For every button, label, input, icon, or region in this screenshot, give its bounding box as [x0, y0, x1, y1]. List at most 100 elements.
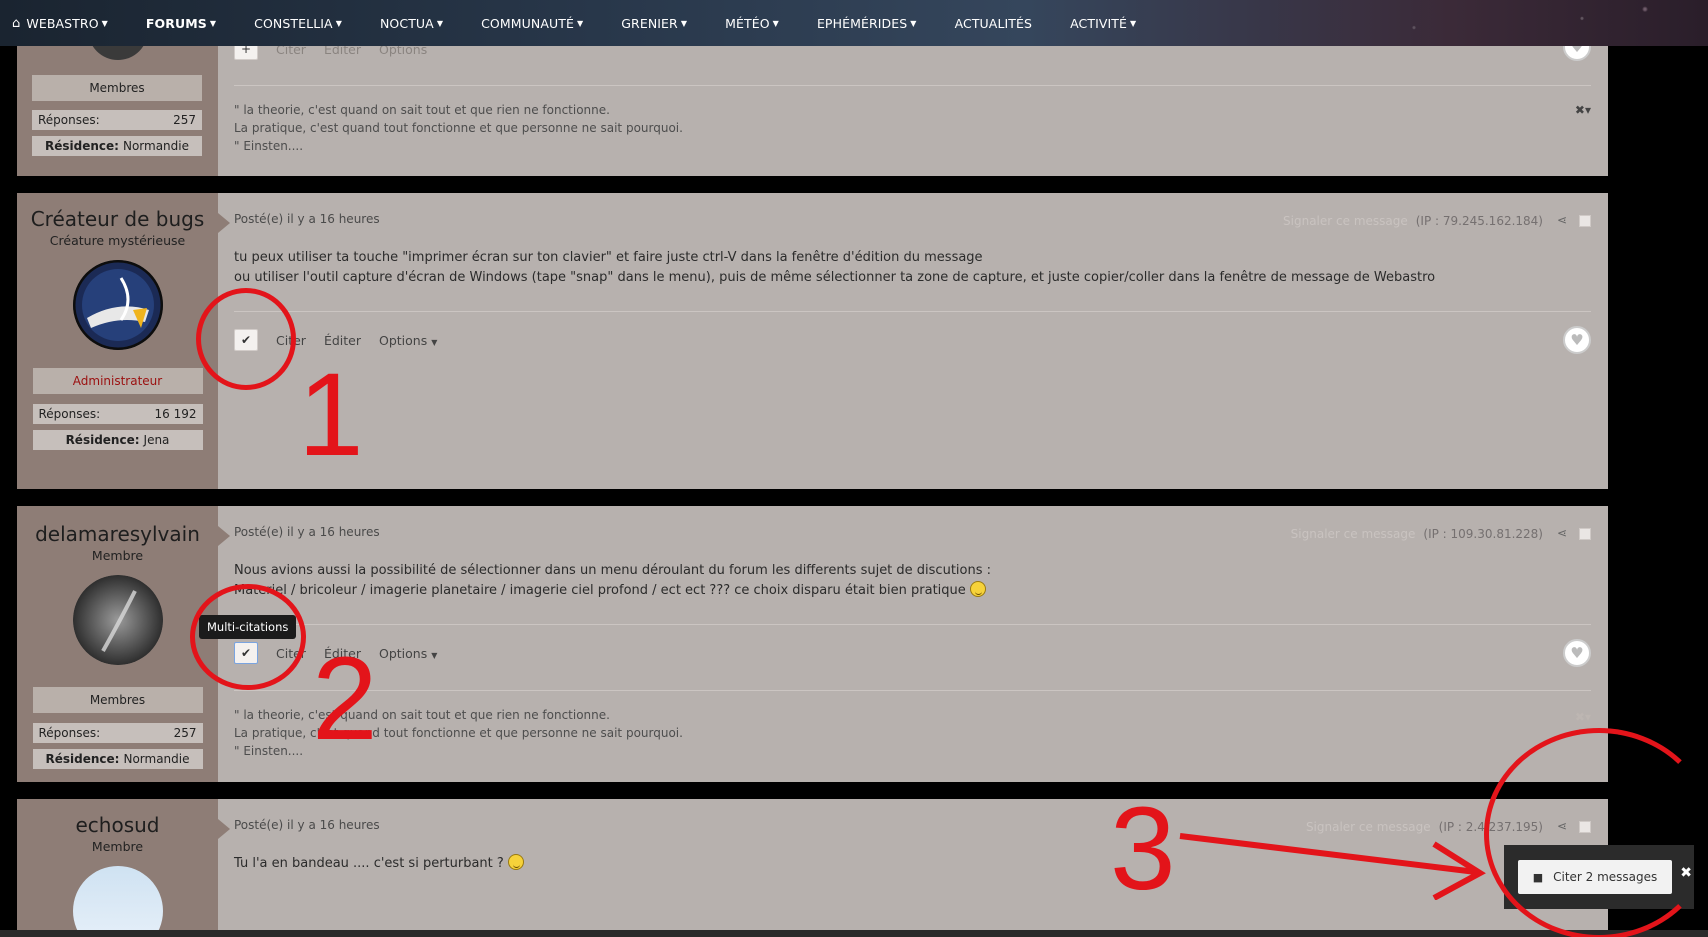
report-label[interactable]: Signaler ce message — [1283, 214, 1408, 228]
residence-value: Normandie — [123, 752, 190, 766]
residence-stat: Résidence: Normandie — [32, 749, 203, 769]
post-date[interactable]: Posté(e) il y a 16 heures — [234, 212, 380, 226]
nav-meteo[interactable]: MÉTÉO ▼ — [725, 16, 779, 31]
ip-address: (IP : 79.245.162.184) — [1415, 214, 1543, 228]
divider — [234, 311, 1591, 312]
post-actions: ✔ Citer Éditer Options ▼ — [234, 329, 455, 351]
author-panel: Créateur de bugs Créature mystérieuse Ad… — [17, 193, 218, 489]
quote-selected-label: Citer 2 messages — [1553, 870, 1658, 884]
post-content: Posté(e) il y a 16 heures Signaler ce me… — [234, 193, 1591, 489]
author-username[interactable]: Créateur de bugs — [17, 207, 218, 231]
avatar[interactable] — [72, 259, 163, 351]
annotation-number: 3 — [1110, 783, 1176, 915]
author-username[interactable]: echosud — [17, 813, 218, 837]
nav-actualites[interactable]: ACTUALITÉS — [955, 16, 1033, 31]
annotation-number: 1 — [298, 349, 364, 481]
comments-icon: ■ — [1532, 870, 1544, 884]
caret-down-icon: ▼ — [680, 18, 688, 28]
signature-line: " la theorie, c'est quand on sait tout e… — [234, 708, 610, 722]
divider — [234, 690, 1591, 691]
post-body-line: Tu l'a en bandeau .... c'est si perturba… — [234, 856, 504, 871]
nav-label: MÉTÉO — [725, 15, 770, 31]
nav-label: ACTIVITÉ — [1070, 15, 1128, 31]
replies-stat: Réponses: 257 — [32, 110, 202, 130]
signature-line: La pratique, c'est quand tout fonctionne… — [234, 726, 683, 740]
quote-link[interactable]: Citer — [276, 333, 306, 348]
residence-value: Jena — [143, 433, 170, 447]
top-navbar: ⌂ WEBASTRO ▼ FORUMS ▼ CONSTELLIA ▼ NOCTUA ▼ C… — [0, 0, 1708, 46]
options-menu[interactable]: Options ▼ — [379, 333, 437, 348]
bottom-bar — [0, 930, 1708, 937]
share-icon[interactable]: ⋖ — [1557, 213, 1567, 227]
nav-label: FORUMS — [145, 15, 207, 31]
nav-forums[interactable]: FORUMS ▼ — [146, 16, 216, 31]
select-post-checkbox[interactable] — [1579, 821, 1591, 833]
nav-communaute[interactable]: COMMUNAUTÉ ▼ — [481, 16, 583, 31]
check-icon: ✔ — [240, 333, 252, 347]
signature-line: La pratique, c'est quand tout fonctionne… — [234, 121, 683, 135]
options-menu[interactable]: Options ▼ — [379, 646, 437, 661]
multiquote-button[interactable]: ✔ — [234, 329, 258, 351]
share-icon[interactable]: ⋖ — [1557, 819, 1567, 833]
report-label[interactable]: Signaler ce message — [1291, 527, 1416, 541]
post-date[interactable]: Posté(e) il y a 16 heures — [234, 525, 380, 539]
nav-noctua[interactable]: NOCTUA ▼ — [380, 16, 443, 31]
author-panel: delamaresylvain Membre Membres Réponses:… — [17, 506, 218, 782]
signature-hide-icon[interactable]: ✖▾ — [1575, 103, 1591, 117]
caret-down-icon: ▼ — [431, 337, 438, 347]
nav-ephemerides[interactable]: EPHÉMÉRIDES ▼ — [817, 16, 917, 31]
avatar[interactable] — [72, 575, 163, 665]
signature: " la theorie, c'est quand on sait tout e… — [234, 706, 683, 760]
select-post-checkbox[interactable] — [1579, 528, 1591, 540]
annotation-number: 2 — [312, 633, 378, 765]
post-date[interactable]: Posté(e) il y a 16 heures — [234, 818, 380, 832]
share-icon[interactable]: ⋖ — [1557, 526, 1567, 540]
edit-link[interactable]: Éditer — [324, 333, 361, 348]
ip-address: (IP : 109.30.81.228) — [1423, 527, 1543, 541]
post: delamaresylvain Membre Membres Réponses:… — [17, 506, 1608, 782]
caret-down-icon: ▼ — [436, 18, 444, 28]
multiquote-bar: ■ Citer 2 messages ✖ — [1504, 845, 1694, 909]
nav-constellia[interactable]: CONSTELLIA ▼ — [254, 16, 342, 31]
wink-emoji-icon — [507, 854, 524, 870]
close-icon[interactable]: ✖ — [1680, 865, 1692, 881]
post-body-line: Nous avions aussi la possibilité de séle… — [234, 563, 992, 578]
heart-icon: ♥ — [1570, 644, 1584, 662]
caret-down-icon: ▼ — [101, 18, 108, 28]
replies-stat: Réponses: 16 192 — [32, 404, 203, 424]
speech-arrow — [218, 213, 230, 233]
signature-line: " la theorie, c'est quand on sait tout e… — [234, 103, 610, 117]
replies-label: Réponses: — [38, 726, 101, 740]
select-post-checkbox[interactable] — [1579, 215, 1591, 227]
like-button[interactable]: ♥ — [1563, 326, 1591, 354]
replies-label: Réponses: — [38, 407, 101, 421]
signature-hide-icon[interactable]: ✖▾ — [1575, 710, 1591, 724]
wink-emoji-icon — [969, 581, 986, 597]
nav-label: CONSTELLIA — [254, 15, 333, 31]
residence-label: Résidence: — [45, 752, 120, 766]
signature: " la theorie, c'est quand on sait tout e… — [234, 101, 683, 155]
speech-arrow — [218, 526, 230, 546]
quote-link[interactable]: Citer — [276, 646, 306, 661]
signature-line: " Einsten.... — [234, 139, 304, 153]
like-button[interactable]: ♥ — [1563, 639, 1591, 667]
avatar[interactable] — [72, 866, 163, 937]
caret-down-icon: ▼ — [431, 650, 438, 660]
residence-stat: Résidence: Jena — [32, 430, 203, 450]
report-link[interactable]: Signaler ce message (IP : 79.245.162.184) — [1283, 214, 1543, 228]
nav-activite[interactable]: ACTIVITÉ ▼ — [1070, 16, 1136, 31]
annotation-arrow — [1179, 833, 1486, 900]
replies-label: Réponses: — [38, 113, 100, 127]
multiquote-button[interactable]: ✔ — [234, 642, 258, 664]
nav-webastro[interactable]: ⌂ WEBASTRO ▼ — [12, 16, 108, 31]
quote-selected-button[interactable]: ■ Citer 2 messages — [1518, 860, 1672, 894]
residence-label: Résidence: — [65, 433, 140, 447]
replies-count: 257 — [173, 726, 197, 740]
nav-label: COMMUNAUTÉ — [481, 15, 574, 31]
report-link[interactable]: Signaler ce message (IP : 109.30.81.228) — [1291, 527, 1543, 541]
nav-grenier[interactable]: GRENIER ▼ — [621, 16, 687, 31]
author-title: Membre — [91, 839, 144, 854]
author-title: Créature mystérieuse — [49, 233, 186, 248]
author-username[interactable]: delamaresylvain — [17, 522, 218, 546]
replies-stat: Réponses: 257 — [32, 723, 203, 743]
